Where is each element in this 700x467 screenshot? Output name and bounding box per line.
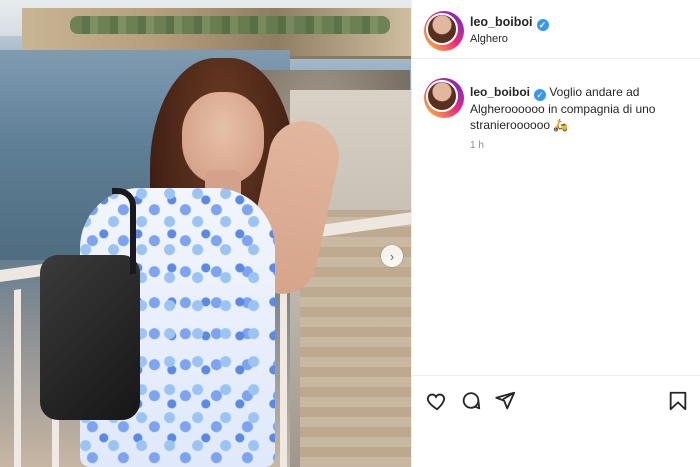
post-photo[interactable]: ›: [0, 0, 411, 467]
post-sidebar: leo_boiboi ✓ Alghero leo_boiboi ✓ Voglio a…: [411, 0, 700, 467]
chevron-right-icon: ›: [389, 248, 395, 264]
caption-text-block: leo_boiboi ✓ Voglio andare ad Algherooooo…: [470, 84, 685, 133]
railing-bar: [14, 289, 21, 467]
post-location[interactable]: Alghero: [470, 33, 508, 45]
scooter-emoji: 🛵: [553, 118, 569, 132]
share-icon[interactable]: [494, 390, 516, 412]
heart-icon[interactable]: [426, 390, 448, 412]
avatar-image: [426, 80, 458, 112]
author-username-text: leo_boiboi: [470, 15, 533, 29]
caption-username[interactable]: leo_boiboi: [470, 85, 530, 99]
caption-avatar[interactable]: [424, 78, 464, 118]
railing-bar: [280, 289, 287, 467]
photo-trees: [70, 16, 390, 34]
next-photo-button[interactable]: ›: [381, 245, 403, 267]
action-bar: [412, 375, 700, 426]
post-time[interactable]: 1 h: [470, 140, 484, 151]
verified-icon: ✓: [536, 19, 549, 31]
post-header: leo_boiboi ✓ Alghero: [412, 0, 700, 59]
subject-bag: [40, 255, 140, 420]
avatar-image: [426, 13, 458, 45]
bookmark-icon[interactable]: [667, 390, 689, 412]
profile-avatar[interactable]: [424, 11, 464, 51]
comment-icon[interactable]: [460, 390, 482, 412]
verified-icon: ✓: [534, 89, 546, 101]
author-username[interactable]: leo_boiboi ✓: [470, 15, 549, 31]
subject-bag-strap: [112, 188, 136, 274]
